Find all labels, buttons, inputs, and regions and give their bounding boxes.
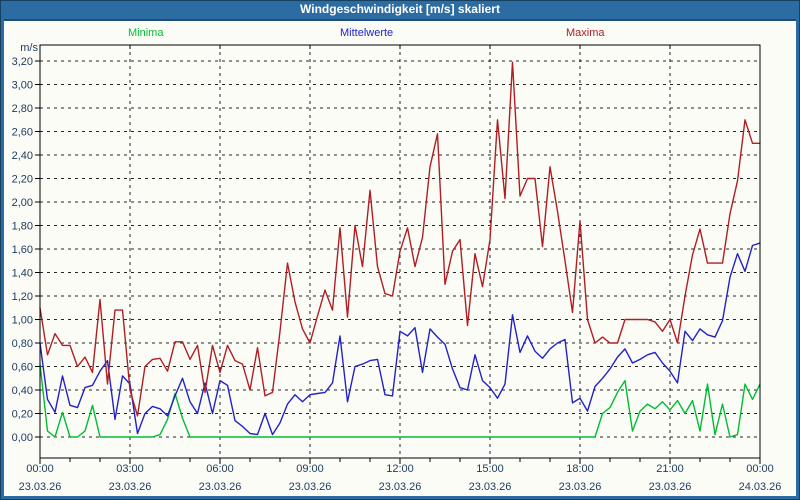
y-tick-label: 1,00 xyxy=(12,315,33,327)
x-time-label: 00:00 xyxy=(746,463,774,475)
y-tick-label: 1,20 xyxy=(12,291,33,303)
y-tick-label: 2,40 xyxy=(12,150,33,162)
y-tick-label: 1,80 xyxy=(12,221,33,233)
wind-speed-chart: 0,00 0,20 0,40 0,60 0,80 1,00 1,20 1,40 1,60 1,80… xyxy=(12,42,782,493)
x-date-label: 24.03.26 xyxy=(739,481,782,493)
x-time-label: 15:00 xyxy=(476,463,504,475)
y-tick-label: 2,60 xyxy=(12,127,33,139)
y-tick-label: 1,40 xyxy=(12,268,33,280)
x-time-label: 18:00 xyxy=(566,463,594,475)
y-tick-label: 3,20 xyxy=(12,56,33,68)
x-date-label: 23.03.26 xyxy=(559,481,602,493)
legend-maxima: Maxima xyxy=(566,27,605,39)
x-time-label: 09:00 xyxy=(296,463,324,475)
x-date-label: 23.03.26 xyxy=(289,481,332,493)
x-time-label: 12:00 xyxy=(386,463,414,475)
y-tick-label: 0,20 xyxy=(12,409,33,421)
y-tick-label: 0,80 xyxy=(12,338,33,350)
x-date-label: 23.03.26 xyxy=(109,481,152,493)
x-date-label: 23.03.26 xyxy=(649,481,692,493)
series-lines xyxy=(39,61,761,438)
chart-window: Windgeschwindigkeit [m/s] skaliert Minim… xyxy=(0,0,800,500)
legend-mittelwerte: Mittelwerte xyxy=(340,27,394,39)
y-tick-label: 0,40 xyxy=(12,385,33,397)
axis-labels: 0,00 0,20 0,40 0,60 0,80 1,00 1,20 1,40 1,60 1,80… xyxy=(12,42,782,493)
y-tick-label: 2,20 xyxy=(12,174,33,186)
legend-minima: Minima xyxy=(128,27,164,39)
y-axis-unit: m/s xyxy=(20,42,38,54)
y-tick-label: 0,00 xyxy=(12,432,33,444)
x-time-label: 00:00 xyxy=(26,463,54,475)
window-title: Windgeschwindigkeit [m/s] skaliert xyxy=(300,2,500,16)
x-time-label: 06:00 xyxy=(206,463,234,475)
y-tick-label: 1,60 xyxy=(12,244,33,256)
y-tick-label: 3,00 xyxy=(12,80,33,92)
y-tick-label: 2,00 xyxy=(12,197,33,209)
x-time-label: 21:00 xyxy=(656,463,684,475)
x-date-label: 23.03.26 xyxy=(469,481,512,493)
x-date-label: 23.03.26 xyxy=(199,481,242,493)
title-bar: Windgeschwindigkeit [m/s] skaliert xyxy=(0,0,800,21)
y-tick-label: 0,60 xyxy=(12,362,33,374)
y-tick-label: 2,80 xyxy=(12,103,33,115)
x-time-label: 03:00 xyxy=(116,463,144,475)
x-date-label: 23.03.26 xyxy=(19,481,62,493)
x-date-label: 23.03.26 xyxy=(379,481,422,493)
